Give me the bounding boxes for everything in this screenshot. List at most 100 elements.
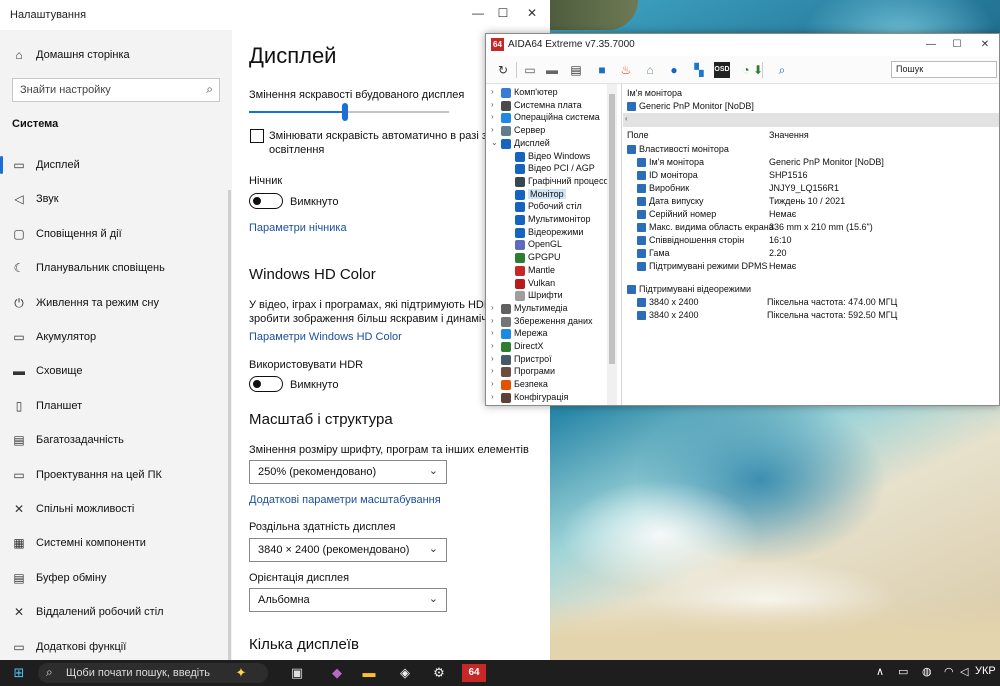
sidebar-item[interactable]: ▦ Системні компоненти [0,530,232,558]
sidebar-item[interactable]: ▬ Сховище [0,358,232,386]
hdr-toggle[interactable] [249,376,283,392]
chevron-right-icon[interactable]: › [491,379,499,388]
scale-dropdown[interactable]: 250% (рекомендовано) ⌄ [249,460,447,484]
chevron-right-icon[interactable]: › [491,303,499,312]
osd-icon[interactable]: OSD [714,62,730,78]
property-field[interactable]: 3840 x 2400 [649,310,699,320]
advanced-scaling-link[interactable]: Додаткові параметри масштабування [249,494,441,506]
report-icon[interactable]: ▭ [522,62,538,78]
sidebar-item[interactable]: ✕ Віддалений робочий стіл [0,599,232,627]
close-button[interactable]: ✕ [519,4,545,22]
column-value-header[interactable]: Значення [769,130,809,140]
night-light-state: Вимкнуто [290,196,339,208]
search-icon[interactable]: ⌕ [774,62,790,78]
property-field[interactable]: Співвідношення сторін [649,235,744,245]
resolution-dropdown[interactable]: 3840 × 2400 (рекомендовано) ⌄ [249,538,447,562]
chevron-up-icon[interactable]: ∧ [876,665,884,678]
property-value: 336 mm x 210 mm (15.6") [769,222,873,232]
copilot-icon[interactable]: ◆ [328,664,346,682]
property-field[interactable]: Макс. видима область екрана [649,222,774,232]
sidebar-item[interactable]: ▯ Планшет [0,393,232,421]
chevron-right-icon[interactable]: › [491,112,499,121]
property-field[interactable]: Ім'я монітора [649,157,704,167]
memory-icon[interactable]: ▤ [568,62,584,78]
chevron-right-icon[interactable]: › [491,100,499,109]
language-indicator[interactable]: УКР [975,665,996,677]
sidebar-item[interactable]: ▤ Багатозадачність [0,427,232,455]
tree-item-icon [501,367,511,378]
chevron-right-icon[interactable]: › [491,328,499,337]
property-field[interactable]: Виробник [649,183,689,193]
wifi-icon[interactable]: ◠ [944,665,954,678]
slider-thumb[interactable] [342,103,348,121]
chevron-right-icon[interactable]: › [491,366,499,375]
scroll-thumb[interactable] [609,94,615,364]
hd-color-settings-link[interactable]: Параметри Windows HD Color [249,331,402,343]
aida64-taskbar-icon[interactable]: 64 [462,664,486,682]
network-icon[interactable]: ⌂ [642,62,658,78]
property-field[interactable]: Гама [649,248,670,258]
sidebar-item[interactable]: ⏻ Живлення та режим сну [0,290,232,318]
property-field[interactable]: ID монітора [649,170,698,180]
sidebar-item[interactable]: ▤ Буфер обміну [0,565,232,593]
chevron-right-icon[interactable]: › [491,354,499,363]
sidebar-item[interactable]: ▭ Проектування на цей ПК [0,462,232,490]
speaker-icon[interactable]: ◁ [960,665,968,678]
sidebar-item[interactable]: ▭ Додаткові функції [0,634,232,660]
download-icon[interactable]: ⬇ [750,62,766,78]
monitor-icon[interactable]: ■ [594,62,610,78]
property-field[interactable]: Дата випуску [649,196,704,206]
store-icon[interactable]: ◈ [396,664,414,682]
maximize-button[interactable]: ☐ [490,4,516,22]
column-field-header[interactable]: Поле [627,130,649,140]
settings-search-input[interactable]: Знайти настройку ⌕ [12,78,220,102]
tree-item-icon [501,100,511,111]
chevron-down-icon[interactable]: ⌄ [491,138,499,147]
chevron-down-icon: ⌄ [428,593,438,605]
refresh-icon[interactable]: ↻ [495,62,511,78]
drive-icon[interactable]: ▬ [544,62,560,78]
mic-icon[interactable]: ◍ [922,665,932,678]
maximize-button[interactable]: ☐ [944,36,970,54]
minimize-button[interactable]: — [918,36,944,54]
task-view-icon[interactable]: ▣ [288,664,306,682]
minimize-button[interactable]: — [465,4,491,22]
scroll-left-icon[interactable]: ‹ [625,114,628,123]
tree-scrollbar[interactable] [607,84,617,405]
chevron-right-icon[interactable]: › [491,316,499,325]
file-explorer-icon[interactable]: ▬ [360,664,378,682]
sidebar-item[interactable]: ▭ Дисплей [0,152,232,180]
user-icon[interactable]: ● [666,62,682,78]
aida-search-input[interactable]: Пошук [891,61,997,78]
property-value: 2.20 [769,248,787,258]
start-icon[interactable]: ⊞ [10,664,28,682]
orientation-dropdown[interactable]: Альбомна ⌄ [249,588,447,612]
benchmark-icon[interactable]: ▚ [691,62,707,78]
sidebar-item[interactable]: ▭ Акумулятор [0,324,232,352]
settings-gear-icon[interactable]: ⚙ [430,664,448,682]
sidebar-item[interactable]: ✕ Спільні можливості [0,496,232,524]
monitor-list-item[interactable]: Generic PnP Monitor [NoDB] [639,101,754,111]
tree-item-icon [515,176,525,187]
auto-brightness-checkbox[interactable] [250,129,264,143]
property-field[interactable]: 3840 x 2400 [649,297,699,307]
property-field[interactable]: Серійний номер [649,209,716,219]
chevron-right-icon[interactable]: › [491,125,499,134]
sparkle-icon[interactable]: ✦ [232,664,250,682]
close-button[interactable]: ✕ [972,36,998,54]
sidebar-item[interactable]: ▢ Сповіщення й дії [0,221,232,249]
sidebar-item[interactable]: ☾ Планувальник сповіщень [0,255,232,283]
chevron-right-icon[interactable]: › [491,341,499,350]
sidebar-item-label: Планшет [36,399,83,412]
chevron-right-icon[interactable]: › [491,392,499,401]
chevron-right-icon[interactable]: › [491,87,499,96]
battery-icon[interactable]: ▭ [898,665,908,678]
wallpaper-sand [550,600,1000,660]
flame-icon[interactable]: ♨ [618,62,634,78]
property-field[interactable]: Підтримувані режими DPMS [649,261,768,271]
night-light-settings-link[interactable]: Параметри нічника [249,222,347,234]
sidebar-item[interactable]: ◁ Звук [0,186,232,214]
nav-home[interactable]: ⌂ Домашня сторінка [0,42,232,70]
horizontal-scrollbar[interactable] [623,113,999,127]
night-light-toggle[interactable] [249,193,283,209]
